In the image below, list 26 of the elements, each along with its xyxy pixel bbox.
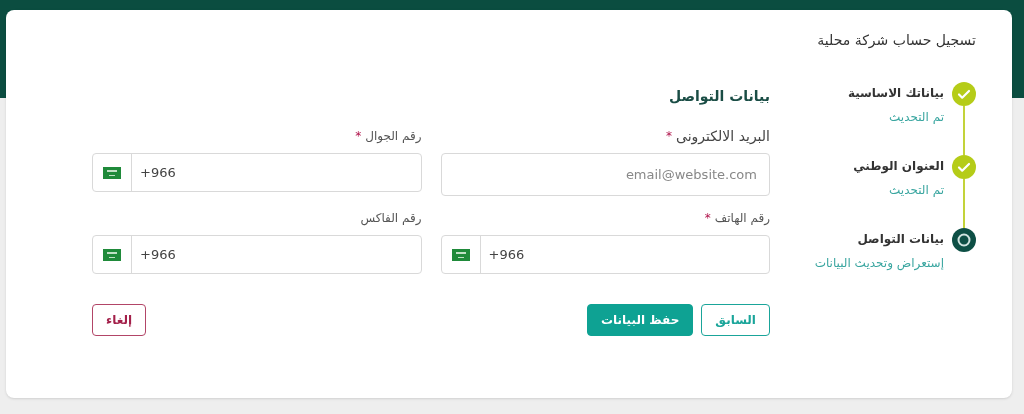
field-label: رقم الجوال	[365, 128, 422, 145]
step-status: تم التحديث	[888, 109, 944, 126]
required-mark: *	[666, 130, 673, 142]
step-title: العنوان الوطني	[853, 158, 944, 175]
flag-icon	[103, 166, 121, 179]
field-label: رقم الفاكس	[360, 210, 422, 227]
phone-value: +966	[140, 163, 176, 182]
flag-icon	[103, 248, 121, 261]
phone-value: +966	[488, 245, 525, 264]
phone-field[interactable]: +966	[92, 235, 422, 274]
section-title: بيانات التواصل	[667, 87, 770, 107]
step-title: بيانات التواصل	[856, 231, 944, 248]
email-field[interactable]: email@website.com	[440, 153, 770, 196]
phone-value: +966	[140, 245, 176, 264]
required-mark: *	[355, 130, 362, 142]
field-label: رقم الهاتف	[714, 210, 770, 227]
cancel-button[interactable]: إلغاء	[92, 304, 147, 336]
phone-field[interactable]: +966	[92, 153, 422, 192]
field-label: البريد الالكترونى	[676, 126, 770, 147]
dialog-title: تسجيل حساب شركة محلية	[817, 32, 976, 48]
step-status: إستعراض وتحديث البيانات	[814, 255, 944, 272]
step-status: تم التحديث	[888, 182, 944, 199]
step-title: بياناتك الاساسية	[847, 85, 944, 102]
required-mark: *	[704, 212, 711, 224]
phone-field[interactable]: +966	[440, 235, 770, 274]
flag-icon	[451, 248, 470, 261]
